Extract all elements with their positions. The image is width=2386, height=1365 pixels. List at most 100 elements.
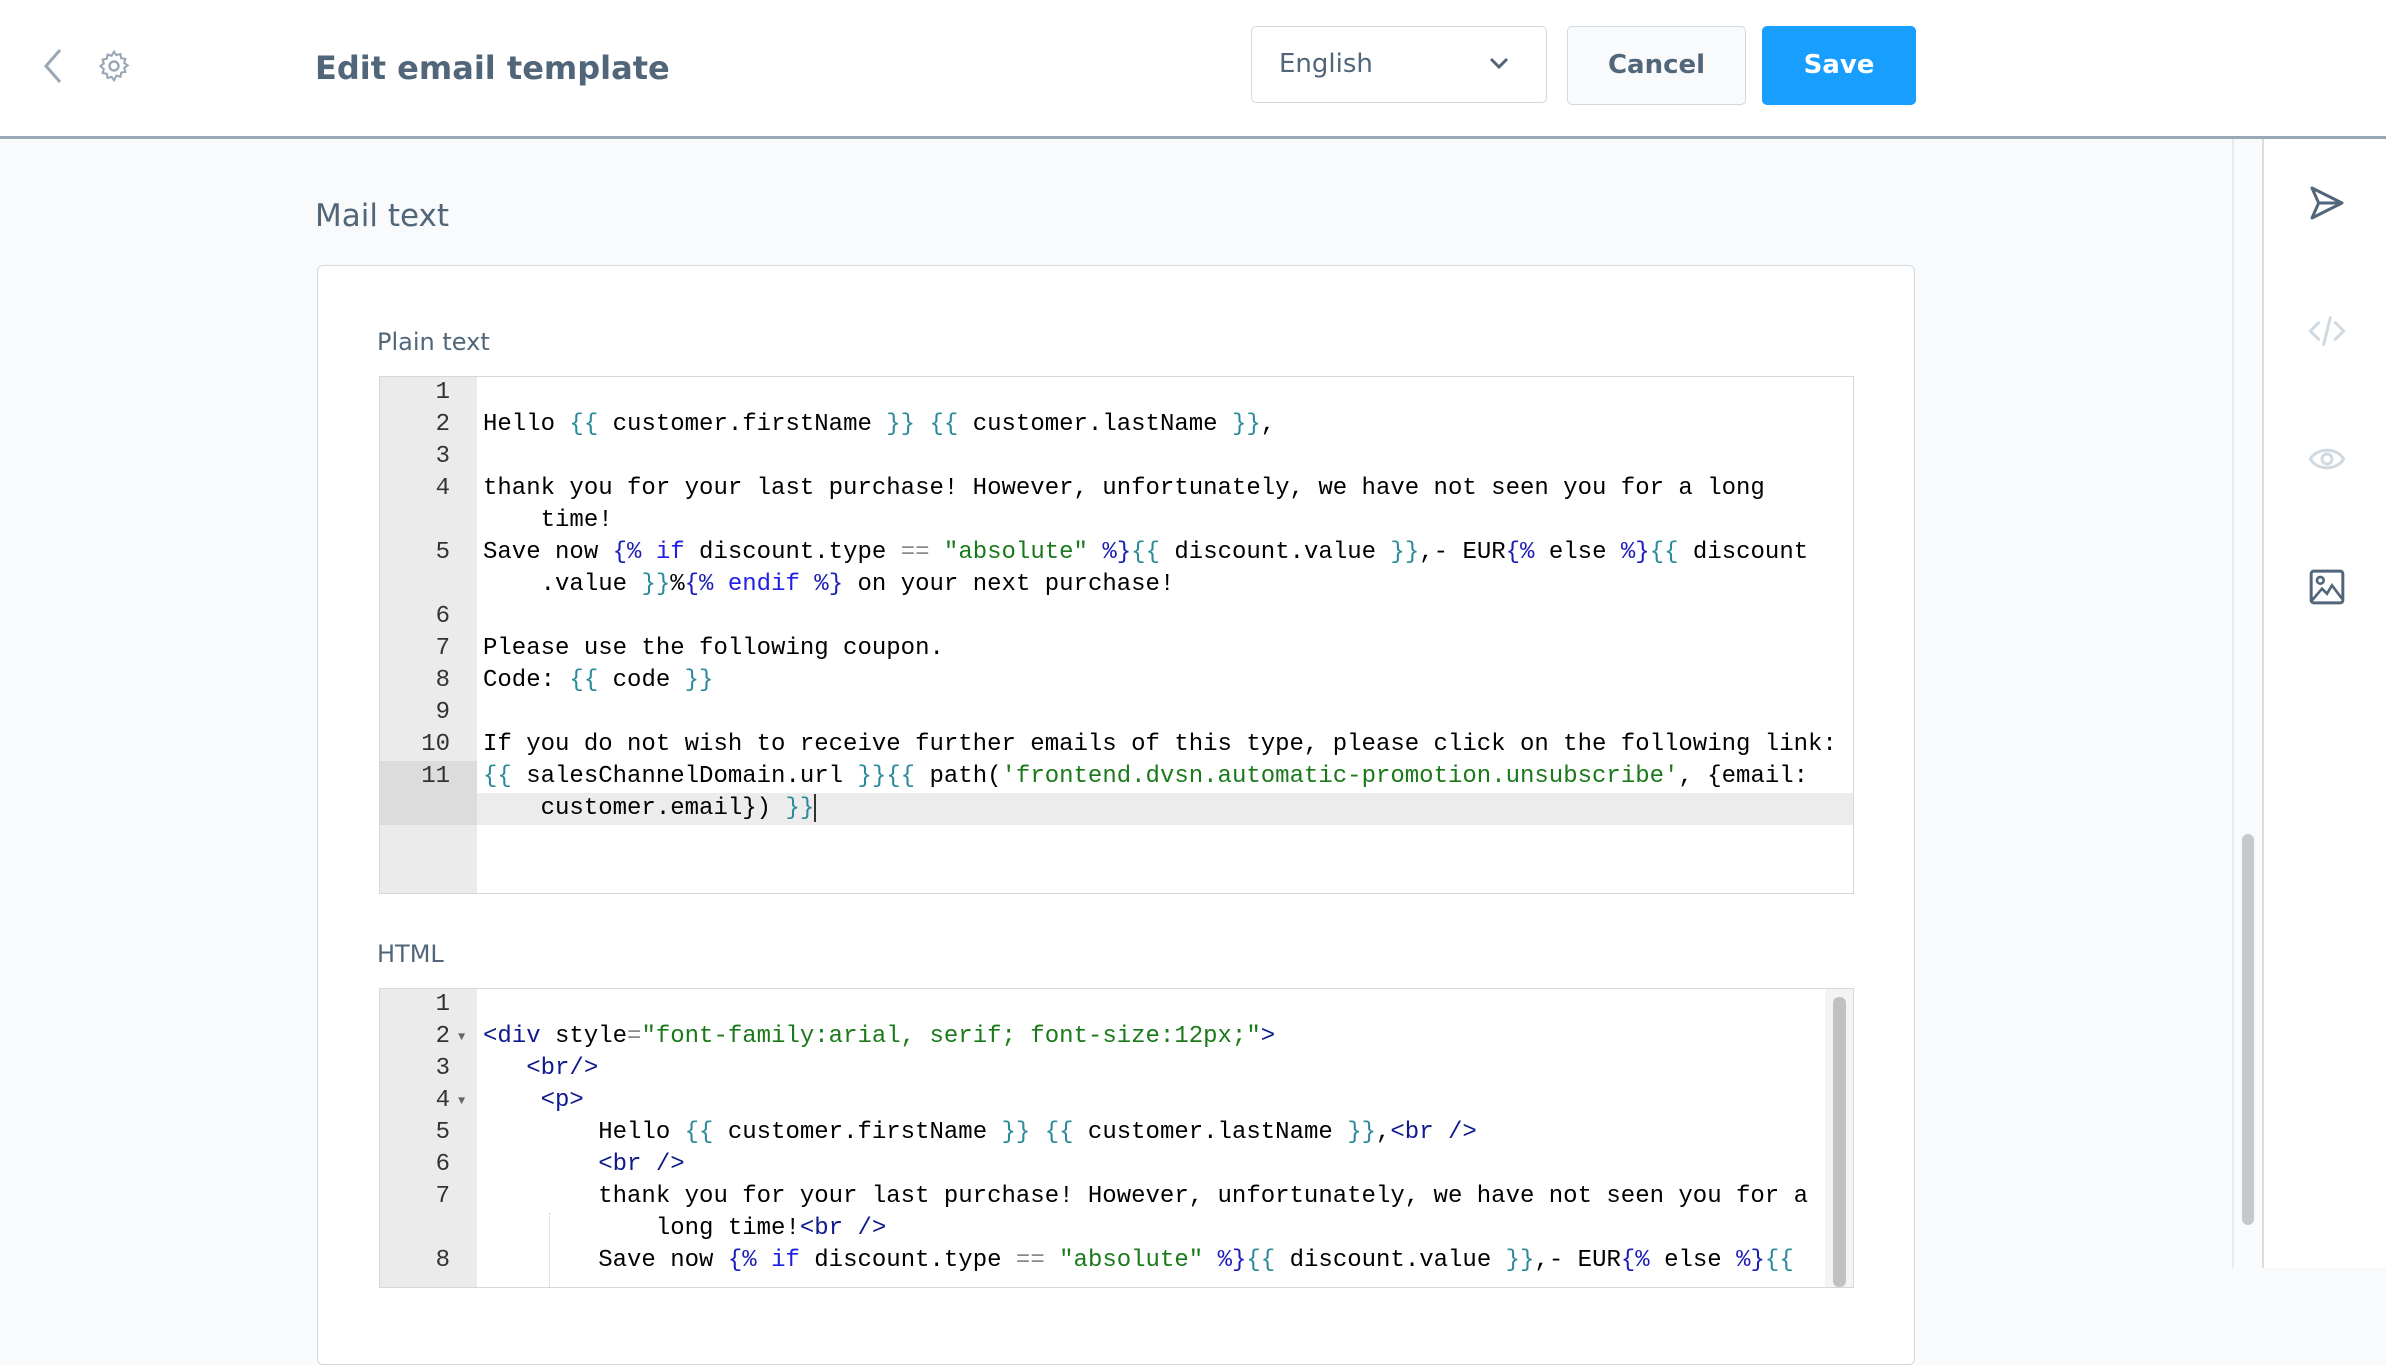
text-cursor: [814, 793, 817, 822]
code-icon[interactable]: [2307, 311, 2347, 351]
code-token: <div: [483, 1023, 541, 1050]
code-token: ,- EUR: [1534, 1247, 1621, 1274]
code-lines: 1 2 ▼ <div style="font-family:arial, serif;…: [380, 989, 1853, 1277]
code-token: code: [598, 667, 685, 694]
code-token: else: [1649, 1247, 1737, 1274]
code-line[interactable]: 7 Please use the following coupon.: [380, 633, 1853, 665]
cancel-button[interactable]: Cancel: [1567, 26, 1746, 105]
code-token: {{: [1044, 1119, 1074, 1146]
code-line[interactable]: 3 <br/>: [380, 1053, 1853, 1085]
line-number-text: 9: [435, 699, 450, 726]
code-token: discount: [1678, 539, 1809, 566]
code-token: ,: [1260, 411, 1276, 438]
line-number: [380, 793, 477, 825]
editor-scrollbar-thumb[interactable]: [1833, 997, 1846, 1287]
editor-scrollbar[interactable]: [1825, 989, 1853, 1287]
eye-icon[interactable]: [2307, 439, 2347, 479]
code-token: .value: [483, 571, 642, 598]
code-token: Hello: [483, 1119, 685, 1146]
line-number-text: 3: [435, 1055, 450, 1082]
code-line[interactable]: .value }}%{% endif %} on your next purch…: [380, 569, 1853, 601]
code-line[interactable]: 6 <br />: [380, 1149, 1853, 1181]
code-token: endif: [713, 571, 815, 598]
code-token: }}: [1505, 1247, 1535, 1274]
line-number-text: 10: [421, 731, 450, 758]
code-token: {%: [612, 539, 642, 566]
code-line[interactable]: 9: [380, 697, 1853, 729]
fold-toggle-icon[interactable]: ▼: [458, 1085, 465, 1117]
code-token: Hello: [483, 411, 570, 438]
code-token: }}: [1390, 539, 1420, 566]
chevron-left-icon[interactable]: [40, 46, 70, 86]
code-token: >: [1260, 1023, 1276, 1050]
code-token: %}: [1217, 1247, 1247, 1274]
code-line[interactable]: 5 Save now {% if discount.type == "absolu…: [380, 537, 1853, 569]
code-text: If you do not wish to receive further em…: [483, 729, 1837, 761]
code-token: Code:: [483, 667, 570, 694]
line-number: 5: [380, 1117, 450, 1149]
code-token: {%: [1505, 539, 1535, 566]
language-select[interactable]: English: [1251, 26, 1547, 103]
code-line[interactable]: 1: [380, 377, 1853, 409]
code-token: salesChannelDomain.url: [511, 763, 858, 790]
code-line[interactable]: 7 thank you for your last purchase! Howe…: [380, 1181, 1853, 1213]
code-token: {%: [684, 571, 714, 598]
code-text: Hello {{ customer.firstName }} {{ custom…: [483, 1117, 1477, 1149]
code-token: <br/>: [526, 1055, 599, 1082]
line-number: 1: [380, 989, 450, 1021]
code-text: <div style="font-family:arial, serif; fo…: [483, 1021, 1275, 1053]
code-line[interactable]: 4 thank you for your last purchase! Howev…: [380, 473, 1853, 505]
code-lines: 1 2 Hello {{ customer.firstName }} {{ cust…: [380, 377, 1853, 825]
line-number: 5: [380, 537, 450, 569]
code-line[interactable]: customer.email}) }}: [380, 793, 1853, 825]
line-number: 2: [380, 1021, 450, 1053]
image-icon[interactable]: [2307, 567, 2347, 607]
line-number-text: 4: [435, 1087, 450, 1114]
line-number: 9: [380, 697, 450, 729]
code-line[interactable]: 8 Save now {% if discount.type == "absol…: [380, 1245, 1853, 1277]
gear-icon[interactable]: [96, 48, 132, 84]
line-number-text: 8: [435, 1247, 450, 1274]
code-token: "absolute": [943, 539, 1088, 566]
code-line[interactable]: 10 If you do not wish to receive further …: [380, 729, 1853, 761]
code-token: }}: [857, 763, 887, 790]
code-line[interactable]: 2 ▼ <div style="font-family:arial, serif; …: [380, 1021, 1853, 1053]
code-line[interactable]: 2 Hello {{ customer.firstName }} {{ custo…: [380, 409, 1853, 441]
top-bar: Edit email template English Cancel Save: [0, 0, 2386, 139]
code-token: {%: [1620, 1247, 1650, 1274]
send-icon[interactable]: [2307, 183, 2347, 223]
code-text: <p>: [483, 1085, 584, 1117]
code-text: <br/>: [483, 1053, 598, 1085]
code-token: customer.lastName: [958, 411, 1232, 438]
code-line[interactable]: 4 ▼ <p>: [380, 1085, 1853, 1117]
code-line[interactable]: 8 Code: {{ code }}: [380, 665, 1853, 697]
plain-text-editor[interactable]: 1 2 Hello {{ customer.firstName }} {{ cust…: [379, 376, 1854, 894]
code-token: {{: [1764, 1247, 1794, 1274]
code-text: thank you for your last purchase! Howeve…: [483, 473, 1765, 505]
line-number-text: 5: [435, 1119, 450, 1146]
save-button[interactable]: Save: [1762, 26, 1916, 105]
code-token: }}: [1231, 411, 1261, 438]
code-token: discount.value: [1275, 1247, 1506, 1274]
code-line[interactable]: time!: [380, 505, 1853, 537]
line-number: 11: [380, 761, 477, 793]
code-token: {{: [569, 667, 599, 694]
code-line[interactable]: 11{{ salesChannelDomain.url }}{{ path('f…: [380, 761, 1853, 793]
code-token: %}: [1102, 539, 1132, 566]
code-line[interactable]: 5 Hello {{ customer.firstName }} {{ cust…: [380, 1117, 1853, 1149]
code-line[interactable]: 3: [380, 441, 1853, 473]
fold-toggle-icon[interactable]: ▼: [458, 1021, 465, 1053]
code-token: If you do not wish to receive further em…: [483, 731, 1837, 758]
line-number-text: 7: [435, 1183, 450, 1210]
code-line[interactable]: 6: [380, 601, 1853, 633]
code-line[interactable]: 1: [380, 989, 1853, 1021]
page-scrollbar-thumb[interactable]: [2242, 834, 2254, 1225]
html-editor[interactable]: 1 2 ▼ <div style="font-family:arial, serif;…: [379, 988, 1854, 1288]
code-line[interactable]: long time!<br />: [380, 1213, 1853, 1245]
